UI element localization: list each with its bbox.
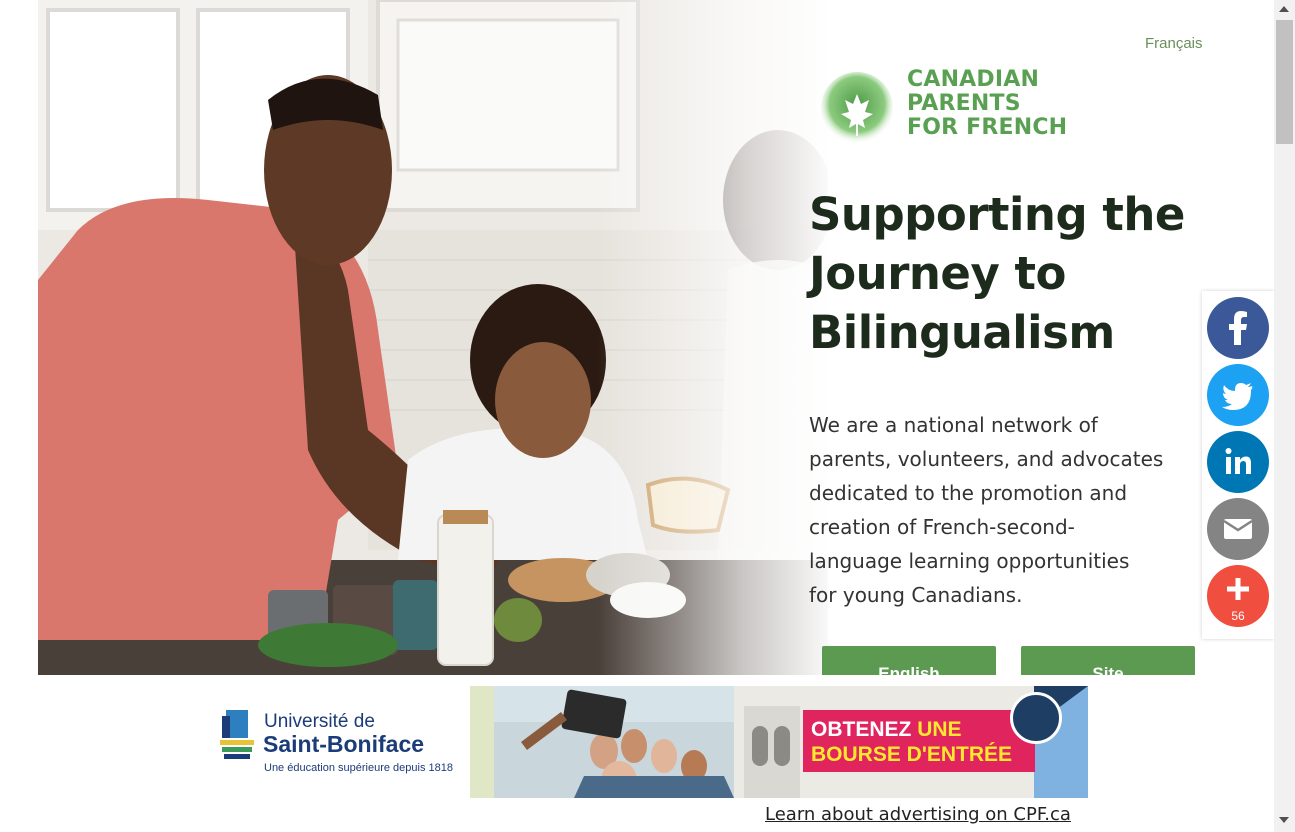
advertiser-tagline: Une éducation supérieure depuis 1818 (264, 762, 453, 774)
more-share-button[interactable]: 56 (1207, 565, 1269, 627)
scroll-up-arrow-icon[interactable] (1279, 6, 1289, 12)
ad-banner[interactable]: Université de Saint-Boniface Une éducati… (208, 686, 1088, 798)
description-line: for young Canadians. (809, 583, 1023, 607)
description-line: language learning opportunities (809, 549, 1130, 573)
scroll-down-arrow-icon[interactable] (1279, 817, 1289, 823)
hero-headline: Supporting the Journey to Bilingualism (809, 185, 1239, 362)
cta-highlight: UNE (917, 718, 962, 741)
english-button[interactable]: English (822, 646, 996, 675)
logo-line-2: PARENTS (907, 91, 1021, 116)
university-logo-icon (220, 710, 254, 759)
hero-description: We are a national network of parents, vo… (809, 408, 1209, 612)
ad-advertiser: Université de Saint-Boniface Une éducati… (208, 686, 470, 798)
cta-part-2: BOURSE D'ENTRÉE (811, 743, 1013, 766)
linkedin-share-button[interactable] (1207, 431, 1269, 493)
cta-part-1: OBTENEZ (811, 718, 912, 741)
ad-call-to-action: OBTENEZ UNE BOURSE D'ENTRÉE (803, 710, 1035, 772)
certificate-badge-icon (1010, 692, 1062, 744)
logo-line-3: FOR FRENCH (907, 115, 1068, 140)
scrollbar-thumb[interactable] (1276, 20, 1293, 144)
share-rail: 56 (1202, 291, 1274, 639)
maple-leaf-icon (821, 72, 893, 144)
facebook-share-button[interactable] (1207, 297, 1269, 359)
description-line: parents, volunteers, and advocates (809, 447, 1164, 471)
description-line: We are a national network of (809, 413, 1098, 437)
logo-wordmark: CANADIAN PARENTS FOR FRENCH (907, 68, 1067, 140)
page: Français CANADIAN PARENTS FOR FRENCH Sup… (0, 0, 1295, 832)
headline-line-1: Supporting the (809, 188, 1185, 241)
cpf-logo[interactable]: CANADIAN PARENTS FOR FRENCH (815, 66, 1095, 150)
ad-creative: OBTENEZ UNE BOURSE D'ENTRÉE (470, 686, 1088, 798)
hero-section: Français CANADIAN PARENTS FOR FRENCH Sup… (38, 0, 1274, 675)
headline-line-3: Bilingualism (809, 306, 1115, 359)
hero-fade (598, 0, 838, 675)
advertiser-name-line-2: Saint-Boniface (263, 731, 425, 757)
headline-line-2: Journey to (809, 247, 1066, 300)
description-line: creation of French-second- (809, 515, 1075, 539)
logo-line-1: CANADIAN (907, 67, 1040, 92)
twitter-icon (1222, 383, 1253, 410)
share-count: 56 (1231, 609, 1245, 623)
advertiser-name-line-1: Université de (264, 711, 375, 732)
email-share-button[interactable] (1207, 498, 1269, 560)
facebook-icon (1229, 311, 1247, 345)
twitter-share-button[interactable] (1207, 364, 1269, 426)
vertical-scrollbar[interactable] (1274, 0, 1295, 832)
email-icon (1223, 519, 1253, 539)
description-line: dedicated to the promotion and (809, 481, 1128, 505)
site-button[interactable]: Site (1021, 646, 1195, 675)
advertising-info-link[interactable]: Learn about advertising on CPF.ca (765, 804, 1071, 825)
language-link-francais[interactable]: Français (1145, 35, 1203, 52)
ad-students-photo (494, 686, 734, 798)
linkedin-icon (1225, 448, 1251, 474)
